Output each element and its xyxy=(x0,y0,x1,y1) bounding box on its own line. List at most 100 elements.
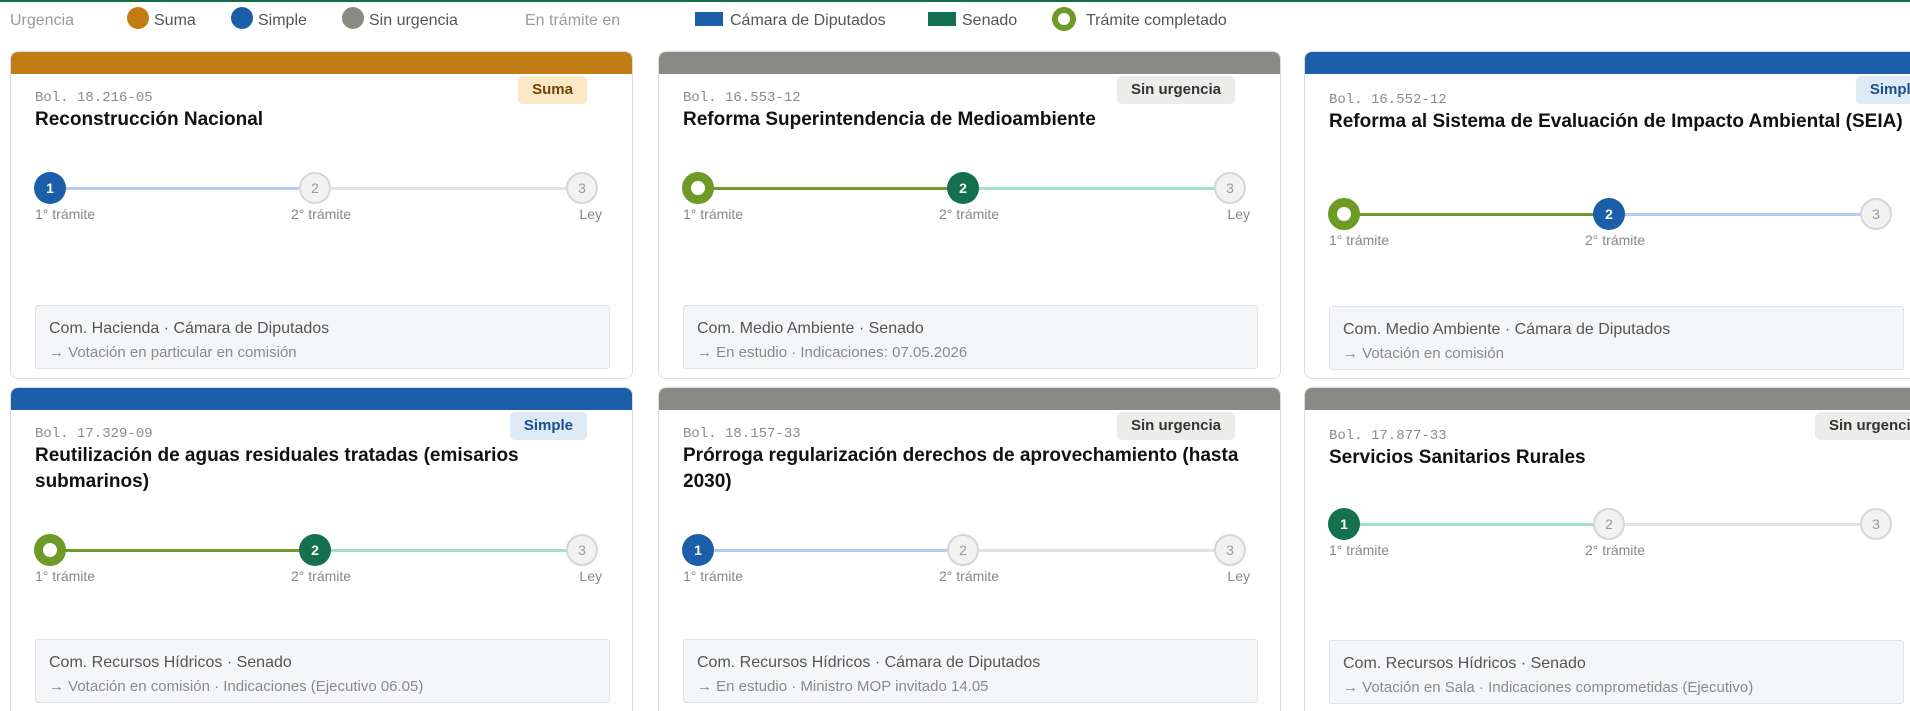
bill-card[interactable]: Bol. 18.157-33 Sin urgencia Prórroga regul… xyxy=(658,387,1281,711)
status-box: Com. Recursos Hídricos · Senado → Votació… xyxy=(1329,640,1904,704)
progress-segment-2 xyxy=(1618,213,1883,216)
status-box: Com. Medio Ambiente · Senado → En estudio… xyxy=(683,305,1258,369)
stage-label: Ley xyxy=(579,568,602,584)
progress-segment-1 xyxy=(1353,213,1618,216)
legend-suma: Suma xyxy=(154,12,196,29)
bill-title[interactable]: Servicios Sanitarios Rurales xyxy=(1329,445,1910,471)
legend-completado: Trámite completado xyxy=(1086,12,1227,29)
bill-card[interactable]: Bol. 17.329-09 Simple Reutilización de agu… xyxy=(10,387,633,711)
legend-camara: Cámara de Diputados xyxy=(730,12,886,29)
stage-pending-node: 3 xyxy=(566,534,598,566)
committee-location: Com. Recursos Hídricos · Cámara de Diput… xyxy=(697,654,1041,671)
stage-pending-node: 3 xyxy=(566,172,598,204)
stage-completed-icon xyxy=(682,172,714,204)
progress-segment-1 xyxy=(1353,523,1618,526)
urgency-badge: Sin urgencia xyxy=(1116,412,1235,440)
urgency-color-bar xyxy=(11,388,632,410)
progress-segment-2 xyxy=(324,549,589,552)
bill-card[interactable]: Bol. 16.552-12 Simple Reforma al Sistema d… xyxy=(1304,51,1910,379)
legend-bar: Urgencia Suma Simple Sin urgencia En trá… xyxy=(0,2,1910,38)
bill-title[interactable]: Reforma al Sistema de Evaluación de Impa… xyxy=(1329,109,1910,135)
stage-current-node: 1 xyxy=(682,534,714,566)
urgency-badge: Sin urgencia xyxy=(1116,76,1235,104)
boletin-number: Bol. 16.553-12 xyxy=(683,90,801,106)
next-step: → Votación en comisión xyxy=(1343,345,1504,362)
stage-completed-icon xyxy=(34,534,66,566)
stage-pending-node: 3 xyxy=(1860,198,1892,230)
stage-label: 2° trámite xyxy=(1585,232,1646,248)
progress-segment-2 xyxy=(972,187,1237,190)
stage-pending-node: 3 xyxy=(1860,508,1892,540)
bill-title[interactable]: Prórroga regularización derechos de apro… xyxy=(683,443,1273,495)
stage-pending-node: 2 xyxy=(1593,508,1625,540)
next-step: → En estudio · Ministro MOP invitado 14.… xyxy=(697,678,989,695)
urgency-color-bar xyxy=(659,52,1280,74)
stage-label: 1° trámite xyxy=(35,206,96,222)
bill-title[interactable]: Reforma Superintendencia de Medioambient… xyxy=(683,107,1273,133)
stage-label: 2° trámite xyxy=(939,568,1000,584)
stage-label: 2° trámite xyxy=(291,206,352,222)
stage-label: 1° trámite xyxy=(1329,232,1390,248)
stage-pending-node: 3 xyxy=(1214,534,1246,566)
progress-segment-1 xyxy=(707,549,972,552)
status-box: Com. Recursos Hídricos · Senado → Votació… xyxy=(35,639,610,703)
committee-location: Com. Hacienda · Cámara de Diputados xyxy=(49,320,330,337)
legend-simple: Simple xyxy=(258,12,307,29)
stage-label: 1° trámite xyxy=(35,568,96,584)
stage-label: Ley xyxy=(1227,568,1250,584)
urgency-color-bar xyxy=(11,52,632,74)
legend-sin-urgencia: Sin urgencia xyxy=(369,12,458,29)
boletin-number: Bol. 16.552-12 xyxy=(1329,92,1447,108)
senado-square-icon xyxy=(928,12,956,26)
legend-tramite-label: En trámite en xyxy=(525,12,621,29)
stage-current-node: 2 xyxy=(1593,198,1625,230)
stage-label: 1° trámite xyxy=(683,568,744,584)
legend-urgencia-label: Urgencia xyxy=(10,12,75,29)
stage-current-node: 2 xyxy=(947,172,979,204)
status-box: Com. Hacienda · Cámara de Diputados → Vot… xyxy=(35,305,610,369)
stage-label: 1° trámite xyxy=(683,206,744,222)
committee-location: Com. Medio Ambiente · Cámara de Diputado… xyxy=(1343,321,1671,338)
stage-pending-node: 2 xyxy=(299,172,331,204)
boletin-number: Bol. 17.877-33 xyxy=(1329,428,1447,444)
stage-current-node: 1 xyxy=(1328,508,1360,540)
stage-label: 2° trámite xyxy=(939,206,1000,222)
urgency-color-bar xyxy=(1305,388,1910,410)
bill-card[interactable]: Bol. 17.877-33 Sin urgencia Servicios Sani… xyxy=(1304,387,1910,711)
urgency-badge: Simple xyxy=(509,412,587,440)
urgency-badge: Suma xyxy=(518,76,587,104)
bill-title[interactable]: Reutilización de aguas residuales tratad… xyxy=(35,443,625,495)
stage-pending-node: 2 xyxy=(947,534,979,566)
status-box: Com. Medio Ambiente · Cámara de Diputado… xyxy=(1329,306,1904,370)
stage-label: 2° trámite xyxy=(1585,542,1646,558)
bill-card[interactable]: Bol. 16.553-12 Sin urgencia Reforma Superi… xyxy=(658,51,1281,379)
sin-urgencia-dot-icon xyxy=(342,7,364,29)
committee-location: Com. Recursos Hídricos · Senado xyxy=(1343,655,1586,672)
committee-location: Com. Medio Ambiente · Senado xyxy=(697,320,924,337)
stage-pending-node: 3 xyxy=(1214,172,1246,204)
simple-dot-icon xyxy=(231,7,253,29)
next-step: → Votación en particular en comisión xyxy=(49,344,297,361)
bill-title[interactable]: Reconstrucción Nacional xyxy=(35,107,625,133)
completado-ring-icon xyxy=(1052,7,1076,31)
next-step: → Votación en comisión · Indicaciones (E… xyxy=(49,678,424,695)
bill-card[interactable]: Bol. 18.216-05 Suma Reconstrucción Naciona… xyxy=(10,51,633,379)
progress-segment-1 xyxy=(707,187,972,190)
camara-square-icon xyxy=(695,12,723,26)
next-step: → Votación en Sala · Indicaciones compro… xyxy=(1343,679,1754,696)
legend-senado: Senado xyxy=(962,12,1018,29)
suma-dot-icon xyxy=(127,7,149,29)
status-box: Com. Recursos Hídricos · Cámara de Diput… xyxy=(683,639,1258,703)
progress-segment-1 xyxy=(59,549,324,552)
boletin-number: Bol. 18.216-05 xyxy=(35,90,153,106)
urgency-color-bar xyxy=(1305,52,1910,74)
committee-location: Com. Recursos Hídricos · Senado xyxy=(49,654,292,671)
boletin-number: Bol. 18.157-33 xyxy=(683,426,801,442)
stage-current-node: 2 xyxy=(299,534,331,566)
next-step: → En estudio · Indicaciones: 07.05.2026 xyxy=(697,344,968,361)
stage-label: 2° trámite xyxy=(291,568,352,584)
stage-label: Ley xyxy=(1227,206,1250,222)
urgency-badge: Sin urgencia xyxy=(1814,412,1910,440)
progress-segment-1 xyxy=(59,187,324,190)
stage-label: 1° trámite xyxy=(1329,542,1390,558)
